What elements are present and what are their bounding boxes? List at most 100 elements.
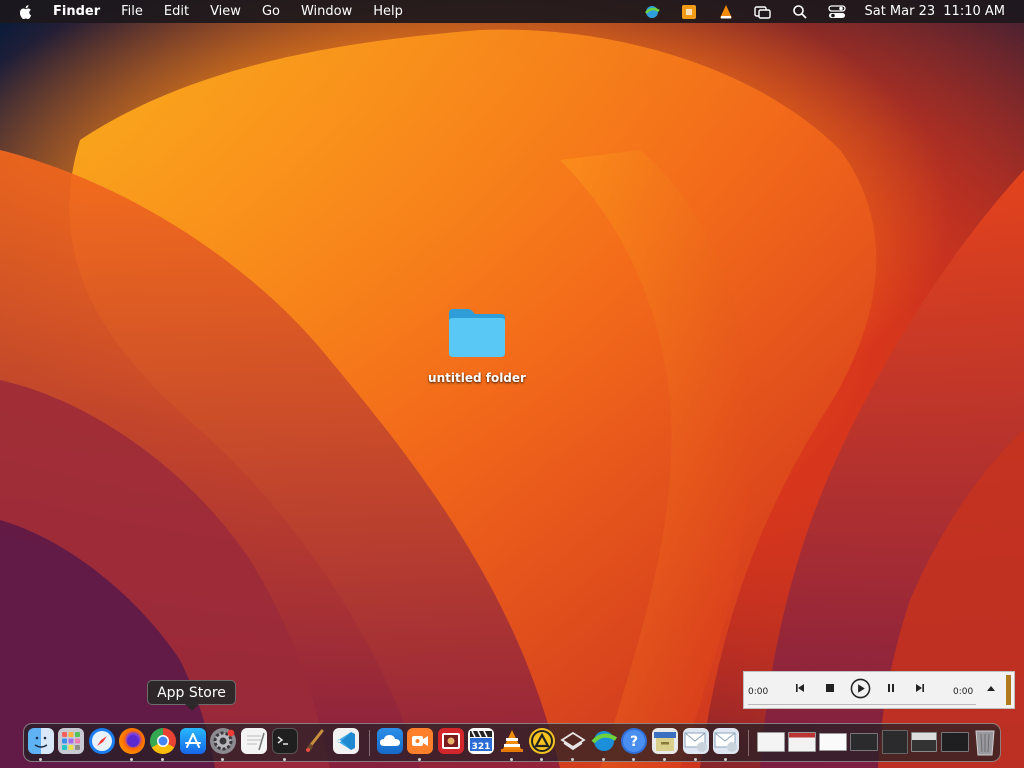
- globe-icon: [591, 731, 618, 751]
- dock-app-store[interactable]: [180, 728, 206, 754]
- vscode-icon: [337, 732, 355, 750]
- menubar-clock[interactable]: Sat Mar 23 11:10 AM: [860, 4, 1005, 19]
- stop-button[interactable]: [822, 680, 838, 696]
- help-question-icon: ?: [623, 730, 645, 752]
- menu-bar: Finder File Edit View Go Window Help Sat…: [0, 0, 1024, 23]
- dock-trash[interactable]: [974, 727, 996, 757]
- dock-vlc[interactable]: [499, 728, 525, 754]
- paintbrush-icon: [306, 729, 324, 752]
- svg-text:?: ?: [630, 734, 638, 750]
- menu-app-finder[interactable]: Finder: [53, 0, 100, 23]
- mail-app-2-running-indicator: [724, 758, 727, 761]
- previous-track-button[interactable]: [792, 680, 808, 696]
- player-remaining-time: 0:00: [953, 687, 974, 697]
- dock-paintbrush[interactable]: [302, 728, 328, 754]
- menu-edit[interactable]: Edit: [164, 0, 189, 23]
- trash-icon: [975, 730, 995, 756]
- apple-menu-icon[interactable]: [17, 3, 35, 21]
- dock-screen-recorder[interactable]: [407, 728, 433, 754]
- menu-go[interactable]: Go: [262, 0, 280, 23]
- safari-compass-icon: [92, 731, 112, 751]
- play-icon: [850, 678, 870, 698]
- dock-minimized-window-1[interactable]: [757, 732, 785, 752]
- clock-time: 11:10 AM: [943, 4, 1005, 19]
- dock-chrome[interactable]: [150, 728, 176, 754]
- dock-minimized-window-4[interactable]: [850, 733, 878, 751]
- dock-textedit[interactable]: [241, 728, 267, 754]
- pause-icon: [888, 684, 894, 692]
- dock-archive[interactable]: [652, 728, 678, 754]
- internet-running-indicator: [602, 758, 605, 761]
- envelope-disc-icon: [684, 732, 707, 752]
- cloud-icon: [380, 735, 400, 746]
- dock-terminal[interactable]: [272, 728, 298, 754]
- dock-safari[interactable]: [89, 728, 115, 754]
- player-progress-track[interactable]: [748, 704, 976, 705]
- dock-layers[interactable]: [560, 728, 586, 754]
- dock-minimized-window-7[interactable]: [941, 732, 969, 752]
- dock-launchpad[interactable]: [58, 728, 84, 754]
- photo-booth-icon: [442, 733, 460, 749]
- transmission-running-indicator: [540, 758, 543, 761]
- menu-window[interactable]: Window: [301, 0, 352, 23]
- terminal-icon: [277, 736, 288, 745]
- screen-recorder-running-indicator: [418, 758, 421, 761]
- envelope-disc-icon-2: [714, 732, 737, 752]
- dock-finder[interactable]: [28, 728, 54, 754]
- vlc-running-indicator: [510, 758, 513, 761]
- chrome-icon: [157, 735, 169, 747]
- next-track-button[interactable]: [912, 680, 928, 696]
- menu-extras: Sat Mar 23 11:10 AM: [624, 0, 1024, 23]
- mail-app-running-indicator: [694, 758, 697, 761]
- dock-transmission[interactable]: [529, 728, 555, 754]
- previous-icon: [796, 684, 804, 692]
- dock-minimized-window-6[interactable]: [911, 732, 937, 752]
- chrome-running-indicator: [161, 758, 164, 761]
- dock: 321 ?: [23, 723, 1001, 762]
- dock-countdown[interactable]: 321: [468, 728, 494, 754]
- terminal-running-indicator: [283, 758, 286, 761]
- stop-icon: [826, 684, 834, 692]
- dock-cloud-app[interactable]: [377, 728, 403, 754]
- media-mini-player: 0:00 0:00: [743, 671, 1015, 709]
- vlc-status-icon[interactable]: [717, 3, 735, 21]
- dock-minimized-window-2[interactable]: [788, 732, 816, 752]
- player-volume-bar[interactable]: [1006, 675, 1011, 705]
- screen-mirroring-icon[interactable]: [754, 3, 772, 21]
- help-running-indicator: [632, 758, 635, 761]
- dock-mail-app[interactable]: [683, 728, 709, 754]
- video-camera-icon: [412, 736, 428, 746]
- pause-button[interactable]: [883, 680, 899, 696]
- menu-help[interactable]: Help: [373, 0, 403, 23]
- player-elapsed-time: 0:00: [748, 687, 769, 697]
- launchpad-icon: [62, 732, 80, 750]
- dock-help[interactable]: ?: [621, 728, 647, 754]
- dock-minimized-window-3[interactable]: [819, 733, 847, 751]
- chevron-up-icon: [987, 686, 995, 691]
- dock-minimized-window-5[interactable]: [882, 730, 908, 754]
- dock-tooltip: App Store: [147, 680, 236, 711]
- menu-view[interactable]: View: [210, 0, 241, 23]
- menu-file[interactable]: File: [121, 0, 143, 23]
- desktop-folder[interactable]: untitled folder: [426, 305, 528, 385]
- dock-vscode[interactable]: [333, 728, 359, 754]
- finder-icon: [34, 736, 48, 748]
- play-button[interactable]: [849, 677, 871, 699]
- dock-separator-2: [748, 730, 749, 756]
- dock-system-preferences[interactable]: [210, 728, 236, 754]
- dock-mail-app-2[interactable]: [713, 728, 739, 754]
- firefox-running-indicator: [130, 758, 133, 761]
- orange-app-status-icon[interactable]: [680, 3, 698, 21]
- internet-status-icon[interactable]: [643, 3, 661, 21]
- control-center-icon[interactable]: [828, 3, 847, 21]
- dock-firefox[interactable]: [119, 728, 145, 754]
- textedit-icon: [247, 732, 265, 751]
- expand-player-button[interactable]: [983, 680, 999, 696]
- spotlight-search-icon[interactable]: [791, 3, 809, 21]
- dock-photo-booth[interactable]: [438, 728, 464, 754]
- layers-icon: [560, 731, 586, 751]
- dock-internet[interactable]: [591, 728, 618, 754]
- svg-text:321: 321: [472, 742, 491, 752]
- clapperboard-icon: 321: [470, 730, 492, 752]
- folder-label: untitled folder: [428, 371, 526, 385]
